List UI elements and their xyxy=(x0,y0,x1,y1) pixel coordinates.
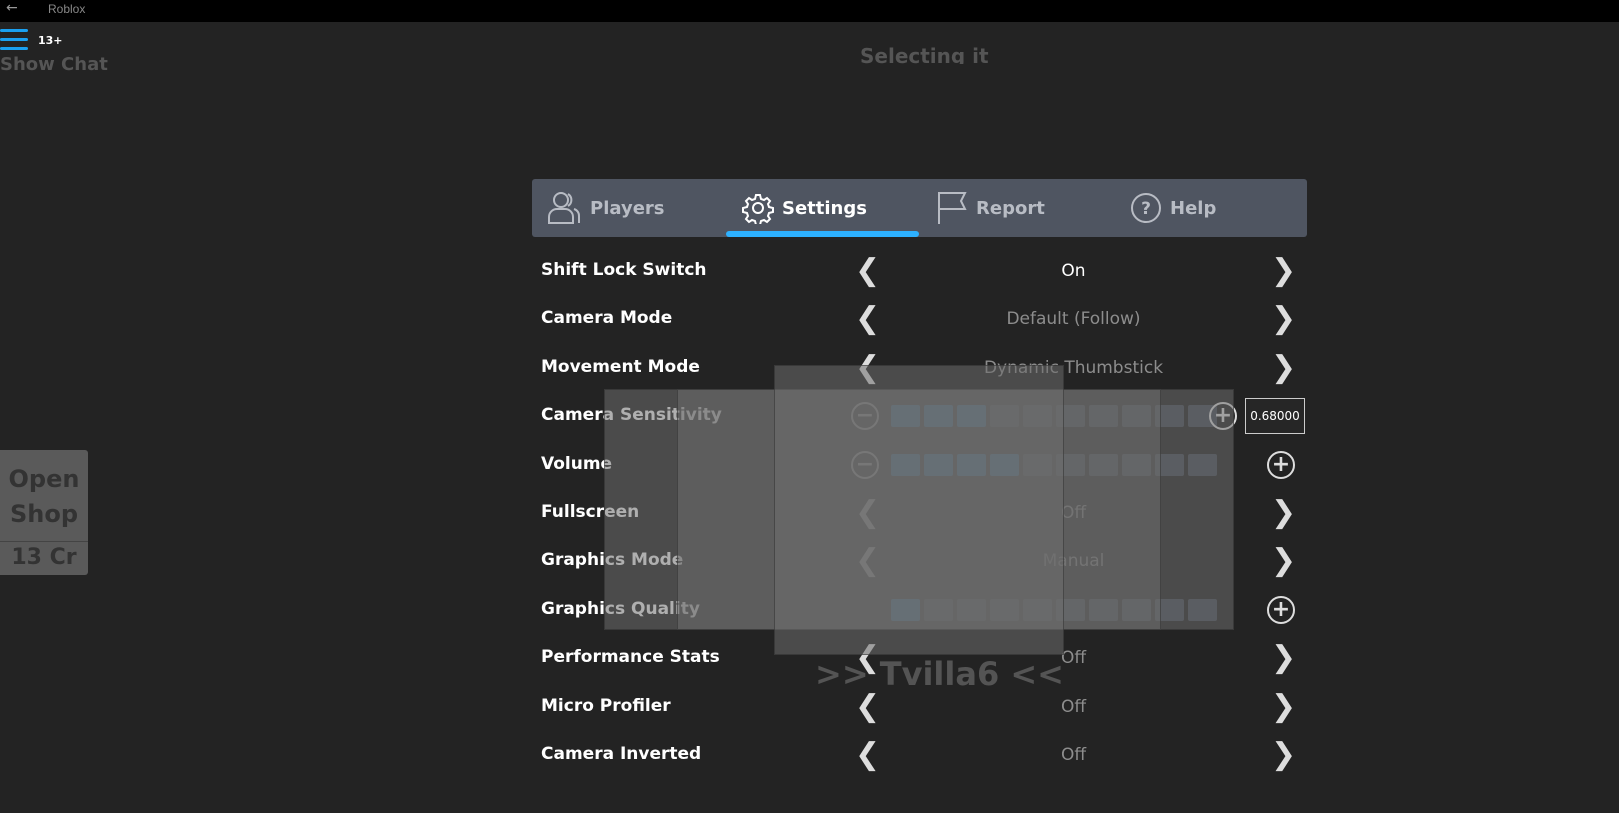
setting-label: Camera Mode xyxy=(541,308,673,329)
increase-button[interactable]: + xyxy=(1267,595,1295,624)
chevron-right-icon[interactable]: ❯ xyxy=(1271,546,1296,576)
window-title: Roblox xyxy=(48,2,86,16)
setting-label: Movement Mode xyxy=(541,356,700,377)
setting-value: Off xyxy=(1060,745,1087,765)
open-shop-button[interactable]: Open Shop 13 Cr xyxy=(0,450,88,575)
credits: 13 Cr xyxy=(0,541,88,575)
chevron-left-icon[interactable]: ❮ xyxy=(855,256,880,286)
tab-label: Players xyxy=(590,197,665,219)
help-icon: ? xyxy=(1131,193,1161,223)
tab-label: Settings xyxy=(782,197,867,219)
tab-settings[interactable]: Settings xyxy=(742,179,867,237)
chevron-left-icon[interactable]: ❮ xyxy=(855,691,880,722)
tab-help[interactable]: ? Help xyxy=(1130,179,1216,237)
chevron-right-icon[interactable]: ❯ xyxy=(1271,740,1296,770)
setting-row: Camera Mode ❮ Default (Follow) ❯ xyxy=(541,300,1311,340)
flag-icon xyxy=(938,192,967,224)
setting-value: Default (Follow) xyxy=(1006,309,1141,330)
tab-label: Help xyxy=(1170,197,1217,219)
setting-row: Shift Lock Switch ❮ On ❯ xyxy=(541,252,1311,292)
title-bar: ← Roblox xyxy=(0,0,1619,22)
background-text: Selecting it xyxy=(860,44,989,64)
setting-row: Camera Inverted ❮ Off ❯ xyxy=(541,736,1311,776)
chevron-right-icon[interactable]: ❯ xyxy=(1271,643,1296,673)
player-name-tag: >> Tvilla6 << xyxy=(815,655,1064,693)
chevron-right-icon[interactable]: ❯ xyxy=(1271,691,1296,722)
chevron-right-icon[interactable]: ❯ xyxy=(1271,498,1296,528)
show-chat-button[interactable]: Show Chat xyxy=(0,54,108,75)
setting-label: Volume xyxy=(541,453,613,474)
setting-label: Camera Inverted xyxy=(541,744,702,764)
active-tab-indicator xyxy=(726,231,919,237)
setting-value: Off xyxy=(1060,696,1087,717)
sensitivity-input[interactable]: 0.68000 xyxy=(1245,398,1305,435)
age-badge: 13+ xyxy=(38,34,63,47)
chevron-left-icon[interactable]: ❮ xyxy=(855,304,880,334)
shop-label: Open Shop xyxy=(8,465,80,528)
setting-label: Micro Profiler xyxy=(541,695,671,716)
setting-value: On xyxy=(1061,261,1086,281)
setting-row: Micro Profiler ❮ Off ❯ xyxy=(541,688,1311,728)
chevron-right-icon[interactable]: ❯ xyxy=(1271,256,1296,286)
hamburger-menu-icon[interactable] xyxy=(0,29,28,56)
players-icon xyxy=(548,192,580,224)
chevron-left-icon[interactable]: ❮ xyxy=(855,740,880,770)
setting-label: Shift Lock Switch xyxy=(541,260,707,280)
increase-button[interactable]: + xyxy=(1267,450,1295,479)
chevron-right-icon[interactable]: ❯ xyxy=(1271,352,1296,383)
svg-text:?: ? xyxy=(1141,199,1151,219)
tab-label: Report xyxy=(976,197,1045,219)
avatar-preview-front xyxy=(774,365,1064,655)
settings-tabs: Players Settings Report ? Help xyxy=(532,179,1307,237)
arrow-left-icon[interactable]: ← xyxy=(6,0,18,16)
setting-label: Performance Stats xyxy=(541,647,720,668)
tab-report[interactable]: Report xyxy=(936,179,1045,237)
chevron-right-icon[interactable]: ❯ xyxy=(1271,304,1296,334)
tab-players[interactable]: Players xyxy=(546,179,665,237)
gear-icon xyxy=(742,194,774,224)
